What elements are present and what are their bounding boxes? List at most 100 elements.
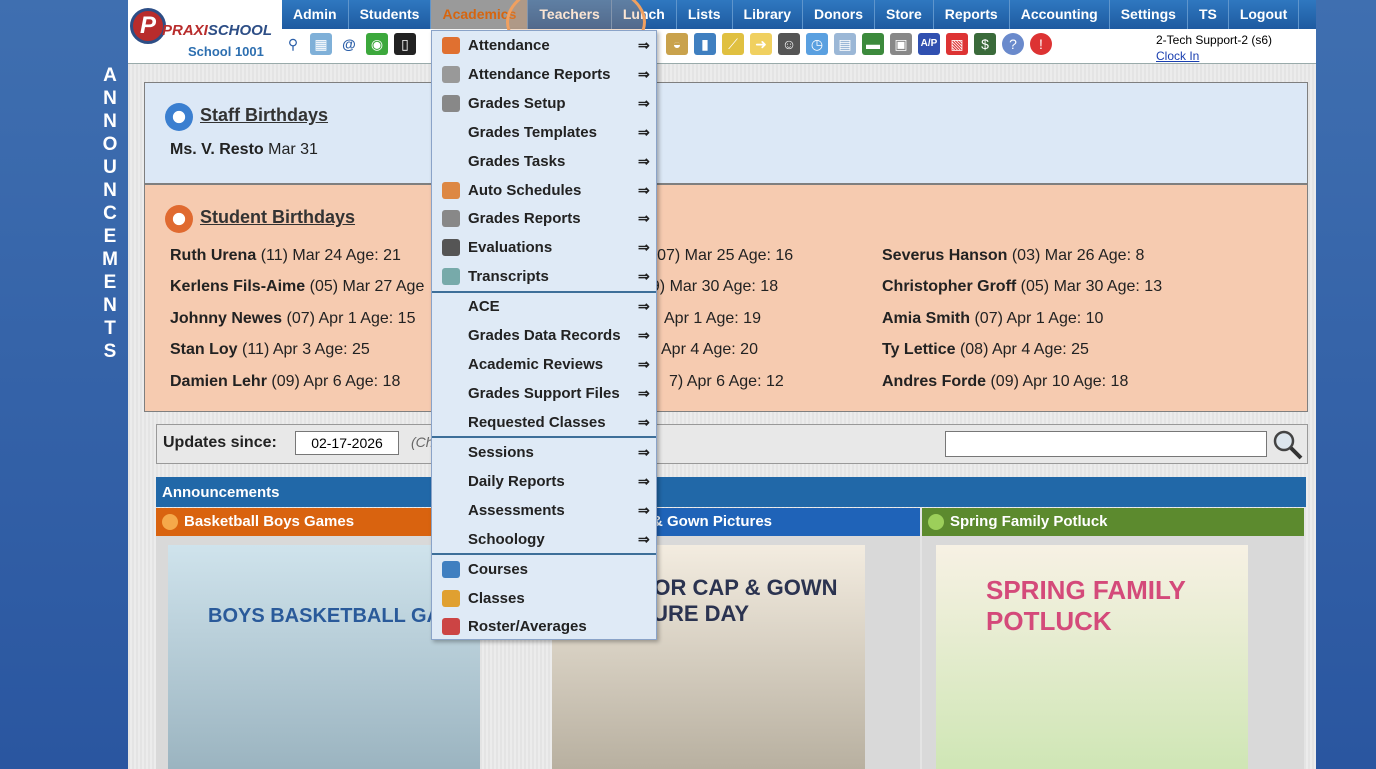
menu-item-sessions[interactable]: Sessions ⇒ [432,438,656,467]
menu-item-transcripts[interactable]: Transcripts ⇒ [432,262,656,291]
menu-item-attendance[interactable]: Attendance ⇒ [432,31,656,60]
search-icon[interactable]: ⚲ [282,33,304,55]
vertical-letter: N [103,295,117,316]
clock-icon[interactable]: ◷ [806,33,828,55]
menu-item-attendance-reports[interactable]: Attendance Reports ⇒ [432,60,656,89]
student-birthday-info: (08) Apr 4 Age: 25 [959,341,1089,358]
nav-admin[interactable]: Admin [282,0,349,29]
student-birthday-item: Kerlens Fils-Aime (05) Mar 27 Age [170,278,424,296]
nav-students[interactable]: Students [349,0,432,29]
phone-icon[interactable]: ▯ [394,33,416,55]
updates-date-input[interactable]: 02-17-2026 [295,431,399,455]
menu-item-roster-averages[interactable]: Roster/Averages [432,612,656,641]
menu-item-label: Attendance Reports [468,66,611,83]
menu-item-grades-templates[interactable]: Grades Templates ⇒ [432,118,656,147]
staff-birthdays-title[interactable]: Staff Birthdays [200,105,328,126]
arrow-right-icon: ⇒ [638,327,650,343]
checkbox-icon [442,239,460,256]
clock-in-link[interactable]: Clock In [1156,48,1272,64]
student-name[interactable]: Christopher Groff [882,278,1016,295]
announcement-title[interactable]: Spring Family Potluck [922,508,1304,536]
arrow-right-icon: ⇒ [638,182,650,198]
chat-icon[interactable]: ◉ [366,33,388,55]
pdf-icon[interactable]: ▧ [946,33,968,55]
menu-item-label: ACE [468,298,500,315]
student-birthday-info: (03) Mar 26 Age: 8 [1011,247,1145,264]
nav-donors[interactable]: Donors [803,0,875,29]
nav-reports[interactable]: Reports [934,0,1010,29]
student-name[interactable]: Kerlens Fils-Aime [170,278,305,295]
student-name[interactable]: Stan Loy [170,341,238,358]
announcement-title[interactable]: Basketball Boys Games [156,508,458,536]
updates-bar: Updates since: 02-17-2026 (Ch [156,424,1308,464]
nav-logout[interactable]: Logout [1229,0,1300,29]
arrow-right-icon: ⇒ [638,414,650,430]
search-input[interactable] [945,431,1267,457]
student-birthday-info: (07) Apr 1 Age: 15 [286,310,416,327]
student-name[interactable]: Severus Hanson [882,247,1007,264]
printer-icon[interactable]: ▣ [890,33,912,55]
nav-library[interactable]: Library [733,0,803,29]
book-icon[interactable]: ▮ [694,33,716,55]
menu-item-ace[interactable]: ACE ⇒ [432,292,656,321]
export-icon[interactable]: ➜ [750,33,772,55]
nav-accounting[interactable]: Accounting [1010,0,1110,29]
logo-brand: PRAXISCHOOL [162,22,273,39]
email-icon[interactable]: @ [338,33,360,55]
arrow-right-icon: ⇒ [638,268,650,284]
search-icon[interactable] [1271,428,1303,460]
menu-item-grades-tasks[interactable]: Grades Tasks ⇒ [432,147,656,176]
student-birthdays-panel: Student Birthdays Ruth Urena (11) Mar 24… [144,184,1308,412]
menu-item-label: Grades Support Files [468,385,620,402]
user-icon [442,590,460,607]
card-icon[interactable]: ▬ [862,33,884,55]
menu-item-grades-support-files[interactable]: Grades Support Files ⇒ [432,379,656,408]
menu-item-classes[interactable]: Classes [432,584,656,613]
student-birthday-item: 7) Apr 6 Age: 12 [669,373,784,391]
student-name[interactable]: Ty Lettice [882,341,956,358]
nav-store[interactable]: Store [875,0,934,29]
money-icon[interactable]: $ [974,33,996,55]
student-birthdays-title[interactable]: Student Birthdays [200,207,355,228]
main-nav: Admin Students Academics Teachers Lunch Lists… [282,0,1316,29]
toolbar: ⚲ ▦ @ ◉ ▯ [282,33,422,57]
menu-item-auto-schedules[interactable]: Auto Schedules ⇒ [432,176,656,205]
menu-item-assessments[interactable]: Assessments ⇒ [432,496,656,525]
lunch-icon[interactable]: ◒ [666,33,688,55]
menu-item-grades-data-records[interactable]: Grades Data Records ⇒ [432,321,656,350]
nav-lists[interactable]: Lists [677,0,733,29]
ap-icon[interactable]: A/P [918,33,940,55]
logo[interactable]: P PRAXISCHOOL School 1001 [130,6,278,60]
nav-ts[interactable]: TS [1188,0,1229,29]
menu-item-evaluations[interactable]: Evaluations ⇒ [432,233,656,262]
alert-icon[interactable]: ! [1030,33,1052,55]
nav-settings[interactable]: Settings [1110,0,1188,29]
student-name[interactable]: Andres Forde [882,373,986,390]
help-icon[interactable]: ? [1002,33,1024,55]
menu-item-label: Daily Reports [468,473,565,490]
menu-item-schoology[interactable]: Schoology ⇒ [432,525,656,554]
vertical-letter: T [104,318,116,339]
user-icon[interactable]: ☺ [778,33,800,55]
student-name[interactable]: Amia Smith [882,310,970,327]
student-birthday-info: Apr 1 Age: 19 [664,310,761,327]
attendance-icon [442,37,460,54]
student-name[interactable]: Damien Lehr [170,373,267,390]
menu-item-grades-setup[interactable]: Grades Setup ⇒ [432,89,656,118]
menu-item-courses[interactable]: Courses [432,555,656,584]
broom-icon[interactable]: ⟋ [722,33,744,55]
menu-item-academic-reviews[interactable]: Academic Reviews ⇒ [432,350,656,379]
menu-item-daily-reports[interactable]: Daily Reports ⇒ [432,467,656,496]
vertical-letter: E [103,272,117,293]
calendar-icon[interactable]: ▦ [310,33,332,55]
student-name[interactable]: Ruth Urena [170,247,256,264]
announcement-poster[interactable]: SPRING FAMILY POTLUCK [936,545,1248,769]
student-birthday-info: (05) Mar 27 Age [309,278,425,295]
menu-item-requested-classes[interactable]: Requested Classes ⇒ [432,408,656,437]
support-info: 2-Tech Support-2 (s6) Clock In [1156,32,1272,64]
menu-item-grades-reports[interactable]: Grades Reports ⇒ [432,204,656,233]
student-name[interactable]: Johnny Newes [170,310,282,327]
table-icon[interactable]: ▤ [834,33,856,55]
student-birthday-item: Andres Forde (09) Apr 10 Age: 18 [882,373,1128,391]
announcement-column: Spring Family Potluck SPRING FAMILY POTL… [922,508,1304,769]
